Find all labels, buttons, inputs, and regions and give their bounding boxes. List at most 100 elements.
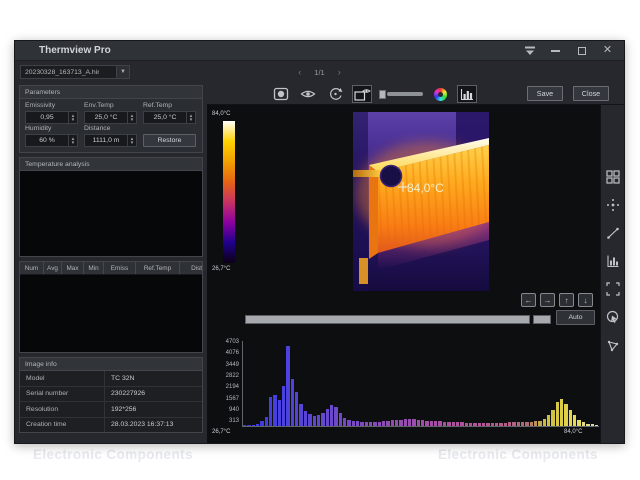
histogram-bar xyxy=(352,421,355,426)
histogram-bar xyxy=(291,379,294,426)
radiator-valve xyxy=(381,166,402,187)
pan-down-button[interactable]: ↓ xyxy=(578,293,593,307)
histogram-bar xyxy=(486,423,489,426)
histogram-bar xyxy=(313,416,316,426)
histogram-bar xyxy=(299,404,302,426)
histogram-bar xyxy=(412,419,415,426)
image-info-title: Image info xyxy=(20,358,202,371)
histogram-bar xyxy=(373,422,376,426)
histogram-y-tick: 313 xyxy=(209,418,239,424)
close-button[interactable]: Close xyxy=(573,86,609,101)
histogram-toggle-button[interactable] xyxy=(457,85,477,103)
pan-up-button[interactable]: ↑ xyxy=(559,293,574,307)
desktop-background: Electronic Components Electronic Compone… xyxy=(0,0,640,480)
dropdown-arrow-icon[interactable]: ▼ xyxy=(116,66,129,78)
histogram-bar xyxy=(504,423,507,426)
histogram-bar xyxy=(551,410,554,426)
color-wheel-icon xyxy=(434,88,447,101)
distance-label: Distance xyxy=(84,125,137,132)
temperature-analysis-canvas xyxy=(20,171,202,256)
page-indicator: 1/1 xyxy=(314,68,324,77)
minimize-button[interactable] xyxy=(549,45,562,57)
distance-spinner[interactable]: 1111,0 m ▲▼ xyxy=(84,134,137,147)
polygon-tool-icon[interactable] xyxy=(605,337,621,352)
spinner-arrows-icon[interactable]: ▲▼ xyxy=(68,112,77,123)
table-column-emiss[interactable]: Emiss xyxy=(104,262,136,274)
ref-temp-spinner[interactable]: 25,0 °C ▲▼ xyxy=(143,111,196,124)
pan-right-button[interactable]: → xyxy=(540,293,555,307)
histogram-bar xyxy=(304,411,307,426)
analysis-table-header: NumAvgMaxMinEmissRef.TempDistanceHumidit… xyxy=(20,262,202,275)
window-menu-icon[interactable] xyxy=(523,45,536,57)
pan-left-button[interactable]: ← xyxy=(521,293,536,307)
histogram-bar xyxy=(369,422,372,426)
ellipse-tool-icon[interactable] xyxy=(605,309,621,324)
env-temp-spinner[interactable]: 25,0 °C ▲▼ xyxy=(84,111,137,124)
table-column-max[interactable]: Max xyxy=(62,262,84,274)
temperature-range-slider[interactable] xyxy=(245,315,551,324)
table-column-num[interactable]: Num xyxy=(20,262,44,274)
palette-color-wheel-button[interactable] xyxy=(430,85,450,103)
temperature-analysis-title: Temperature analysis xyxy=(20,158,202,171)
file-select-dropdown[interactable]: 20230328_163713_A.hir ▼ xyxy=(20,65,130,79)
spinner-arrows-icon[interactable]: ▲▼ xyxy=(127,135,136,146)
histogram-bar xyxy=(547,415,550,426)
spinner-arrows-icon[interactable]: ▲▼ xyxy=(68,135,77,146)
table-column-distance[interactable]: Distance xyxy=(180,262,203,274)
restore-button[interactable]: Restore xyxy=(143,134,196,147)
thermal-image[interactable]: 84,0°C xyxy=(353,112,489,291)
image-info-row: Resolution 192*256 xyxy=(20,402,202,418)
visibility-eye-button[interactable] xyxy=(298,85,318,103)
image-info-row: Model TC 32N xyxy=(20,371,202,387)
spot-tool-icon[interactable] xyxy=(605,197,621,212)
line-tool-icon[interactable] xyxy=(605,225,621,240)
temperature-analysis-group: Temperature analysis xyxy=(19,157,203,257)
table-column-min[interactable]: Min xyxy=(84,262,104,274)
prev-image-button[interactable]: ‹ xyxy=(298,67,301,77)
range-slider-handle[interactable] xyxy=(533,315,551,324)
histogram-bar xyxy=(530,422,533,426)
picture-in-picture-button[interactable] xyxy=(352,85,372,103)
histogram-bar xyxy=(365,422,368,426)
humidity-spinner[interactable]: 60 % ▲▼ xyxy=(25,134,78,147)
analysis-table: NumAvgMaxMinEmissRef.TempDistanceHumidit… xyxy=(19,261,203,353)
histogram-bar xyxy=(434,421,437,426)
color-scale-min-label: 26,7°C xyxy=(212,266,230,272)
spinner-arrows-icon[interactable]: ▲▼ xyxy=(127,112,136,123)
emissivity-spinner[interactable]: 0,95 ▲▼ xyxy=(25,111,78,124)
histogram-tool-icon[interactable] xyxy=(605,253,621,268)
rectangle-tool-icon[interactable] xyxy=(605,281,621,296)
histogram-bar xyxy=(517,422,520,426)
histogram-bar xyxy=(391,420,394,426)
histogram-bar xyxy=(556,402,559,426)
next-image-button[interactable]: › xyxy=(338,67,341,77)
histogram-bar xyxy=(347,420,350,427)
blend-slider[interactable] xyxy=(379,85,423,103)
image-info-row: Creation time 28.03.2023 16:37:13 xyxy=(20,418,202,433)
humidity-label: Humidity xyxy=(25,125,78,132)
range-slider-track[interactable] xyxy=(245,315,530,324)
histogram-bar xyxy=(339,413,342,426)
slider-track[interactable] xyxy=(387,92,423,96)
close-window-button[interactable]: ✕ xyxy=(601,45,614,57)
histogram-bar xyxy=(525,422,528,426)
temperature-histogram: 470340763449282221941567940313 26,7°C 84… xyxy=(207,335,600,435)
histogram-bar xyxy=(386,421,389,426)
rotate-button[interactable] xyxy=(325,85,345,103)
histogram-bar xyxy=(278,400,281,426)
selected-file-name: 20230328_163713_A.hir xyxy=(21,69,99,76)
histogram-bar xyxy=(408,419,411,426)
spinner-arrows-icon[interactable]: ▲▼ xyxy=(186,112,195,123)
histogram-bar xyxy=(591,424,594,426)
histogram-bar xyxy=(586,424,589,426)
select-region-button[interactable] xyxy=(271,85,291,103)
save-button[interactable]: Save xyxy=(527,86,563,101)
auto-scale-button[interactable]: Auto xyxy=(556,310,595,325)
histogram-bar xyxy=(499,423,502,426)
slider-thumb[interactable] xyxy=(379,90,386,99)
table-column-avg[interactable]: Avg xyxy=(44,262,62,274)
maximize-button[interactable] xyxy=(575,45,588,57)
table-column-reftemp[interactable]: Ref.Temp xyxy=(136,262,180,274)
grid-tool-icon[interactable] xyxy=(605,169,621,184)
histogram-bar xyxy=(534,421,537,426)
